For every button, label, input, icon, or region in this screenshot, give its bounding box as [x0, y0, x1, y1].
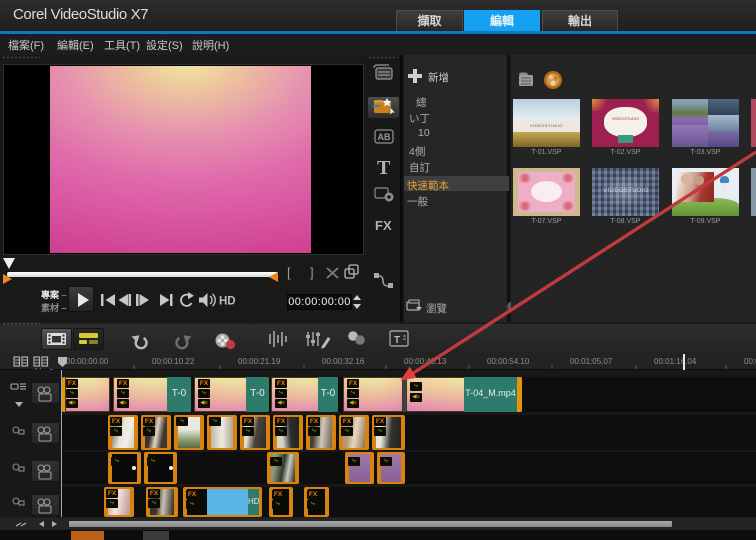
svg-text:00:00:54.10: 00:00:54.10 [487, 357, 530, 366]
svg-text:HD: HD [219, 296, 236, 308]
svg-text:00:00:10.22: 00:00:10.22 [152, 357, 195, 366]
svg-text:00:01:05.07: 00:01:05.07 [570, 357, 613, 366]
svg-text:00:00:43.13: 00:00:43.13 [404, 357, 447, 366]
svg-text:T: T [394, 335, 400, 346]
svg-text:00:00:21.19: 00:00:21.19 [238, 357, 281, 366]
svg-text:00:00:32.16: 00:00:32.16 [322, 357, 365, 366]
svg-text:FX: FX [375, 218, 392, 233]
svg-text:T: T [377, 157, 391, 179]
svg-text:AB: AB [378, 132, 391, 142]
svg-text:00:0: 00:0 [744, 357, 756, 366]
svg-text:00:00:00.00: 00:00:00.00 [66, 357, 109, 366]
svg-text:00:01:16.04: 00:01:16.04 [654, 357, 697, 366]
